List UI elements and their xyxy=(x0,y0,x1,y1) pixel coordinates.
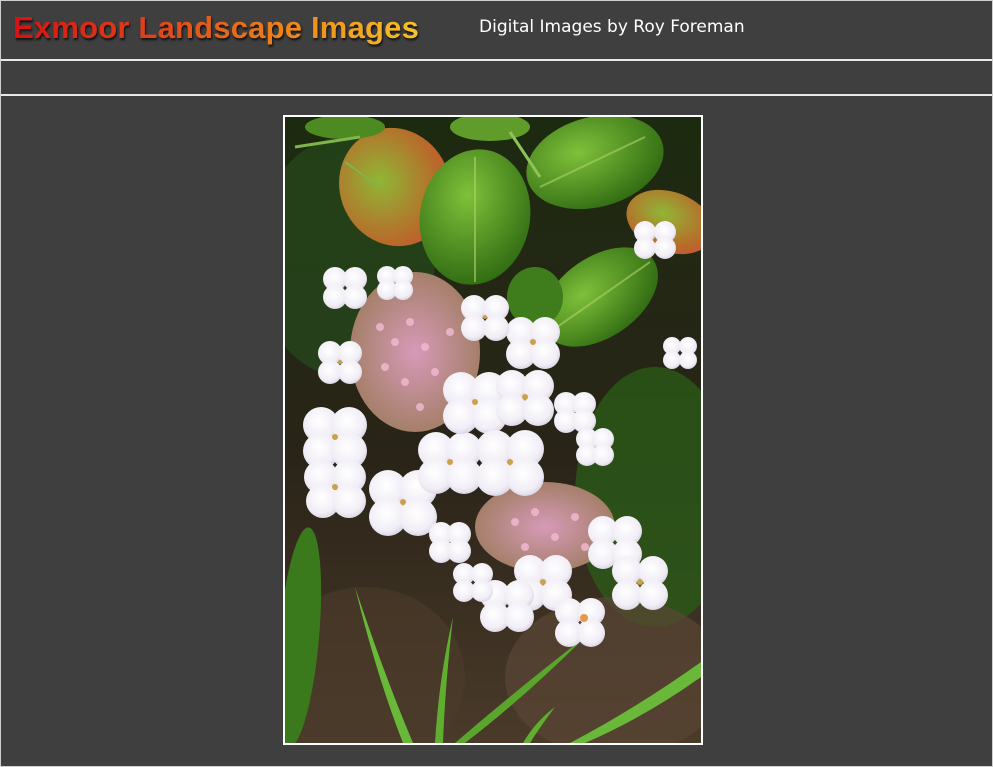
hydrangea-flower-photo[interactable] xyxy=(285,117,701,743)
site-title[interactable]: Exmoor Landscape Images xyxy=(13,10,419,46)
site-header: Exmoor Landscape Images Digital Images b… xyxy=(1,1,992,61)
site-subtitle: Digital Images by Roy Foreman xyxy=(479,17,745,37)
page: Exmoor Landscape Images Digital Images b… xyxy=(0,0,993,767)
photo-frame xyxy=(283,115,703,745)
leaf xyxy=(507,267,563,327)
navigation-bar xyxy=(1,61,992,96)
